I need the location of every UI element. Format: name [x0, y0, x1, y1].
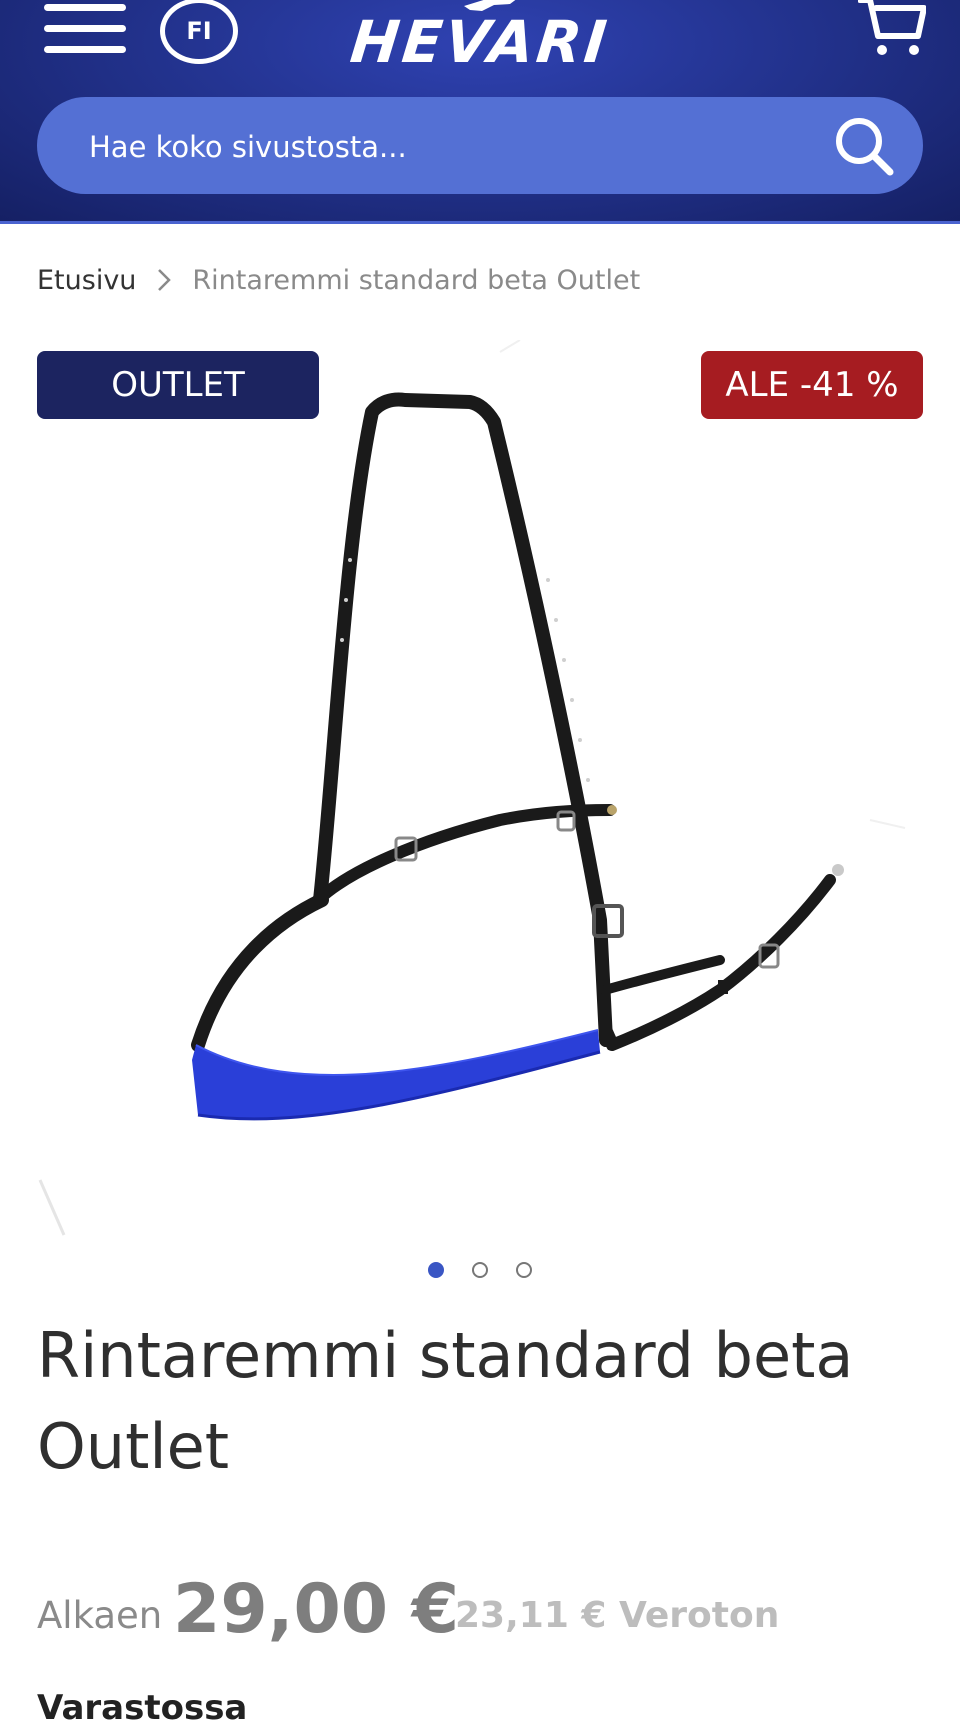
product-title-line-2: Outlet	[37, 1410, 230, 1483]
price-without-tax: 23,11 € Veroton	[455, 1595, 780, 1636]
price-row: Alkaen 29,00 € 23,11 € Veroton	[37, 1560, 937, 1650]
stock-status: Varastossa	[37, 1688, 248, 1728]
site-header: FI HEVARI	[0, 0, 960, 224]
gallery-dot-1[interactable]	[428, 1262, 444, 1278]
site-logo[interactable]: HEVARI	[336, 6, 624, 78]
chevron-right-icon	[158, 269, 172, 291]
sale-badge: ALE -41 %	[701, 351, 923, 419]
breadcrumb: Etusivu Rintaremmi standard beta Outlet	[37, 262, 640, 298]
search-input[interactable]	[87, 97, 831, 196]
menu-icon[interactable]	[44, 0, 128, 58]
breadcrumb-current: Rintaremmi standard beta Outlet	[192, 264, 641, 296]
outlet-badge: OUTLET	[37, 351, 319, 419]
gallery-dot-2[interactable]	[472, 1262, 488, 1278]
search-icon[interactable]	[833, 115, 895, 177]
product-title-line-1: Rintaremmi standard beta	[37, 1319, 854, 1392]
gallery-dot-3[interactable]	[516, 1262, 532, 1278]
breadcrumb-home-link[interactable]: Etusivu	[37, 265, 136, 296]
breastplate-strap-image[interactable]	[0, 340, 960, 1240]
search-bar[interactable]	[37, 97, 923, 196]
language-selector[interactable]: FI	[160, 0, 238, 64]
price-value: 29,00 €	[173, 1570, 460, 1649]
cart-icon[interactable]	[858, 0, 926, 60]
product-title: Rintaremmi standard beta Outlet	[37, 1310, 897, 1492]
price-prefix: Alkaen	[37, 1594, 163, 1637]
gallery-pagination	[0, 1262, 960, 1286]
product-gallery[interactable]: OUTLET ALE -41 %	[0, 340, 960, 1240]
